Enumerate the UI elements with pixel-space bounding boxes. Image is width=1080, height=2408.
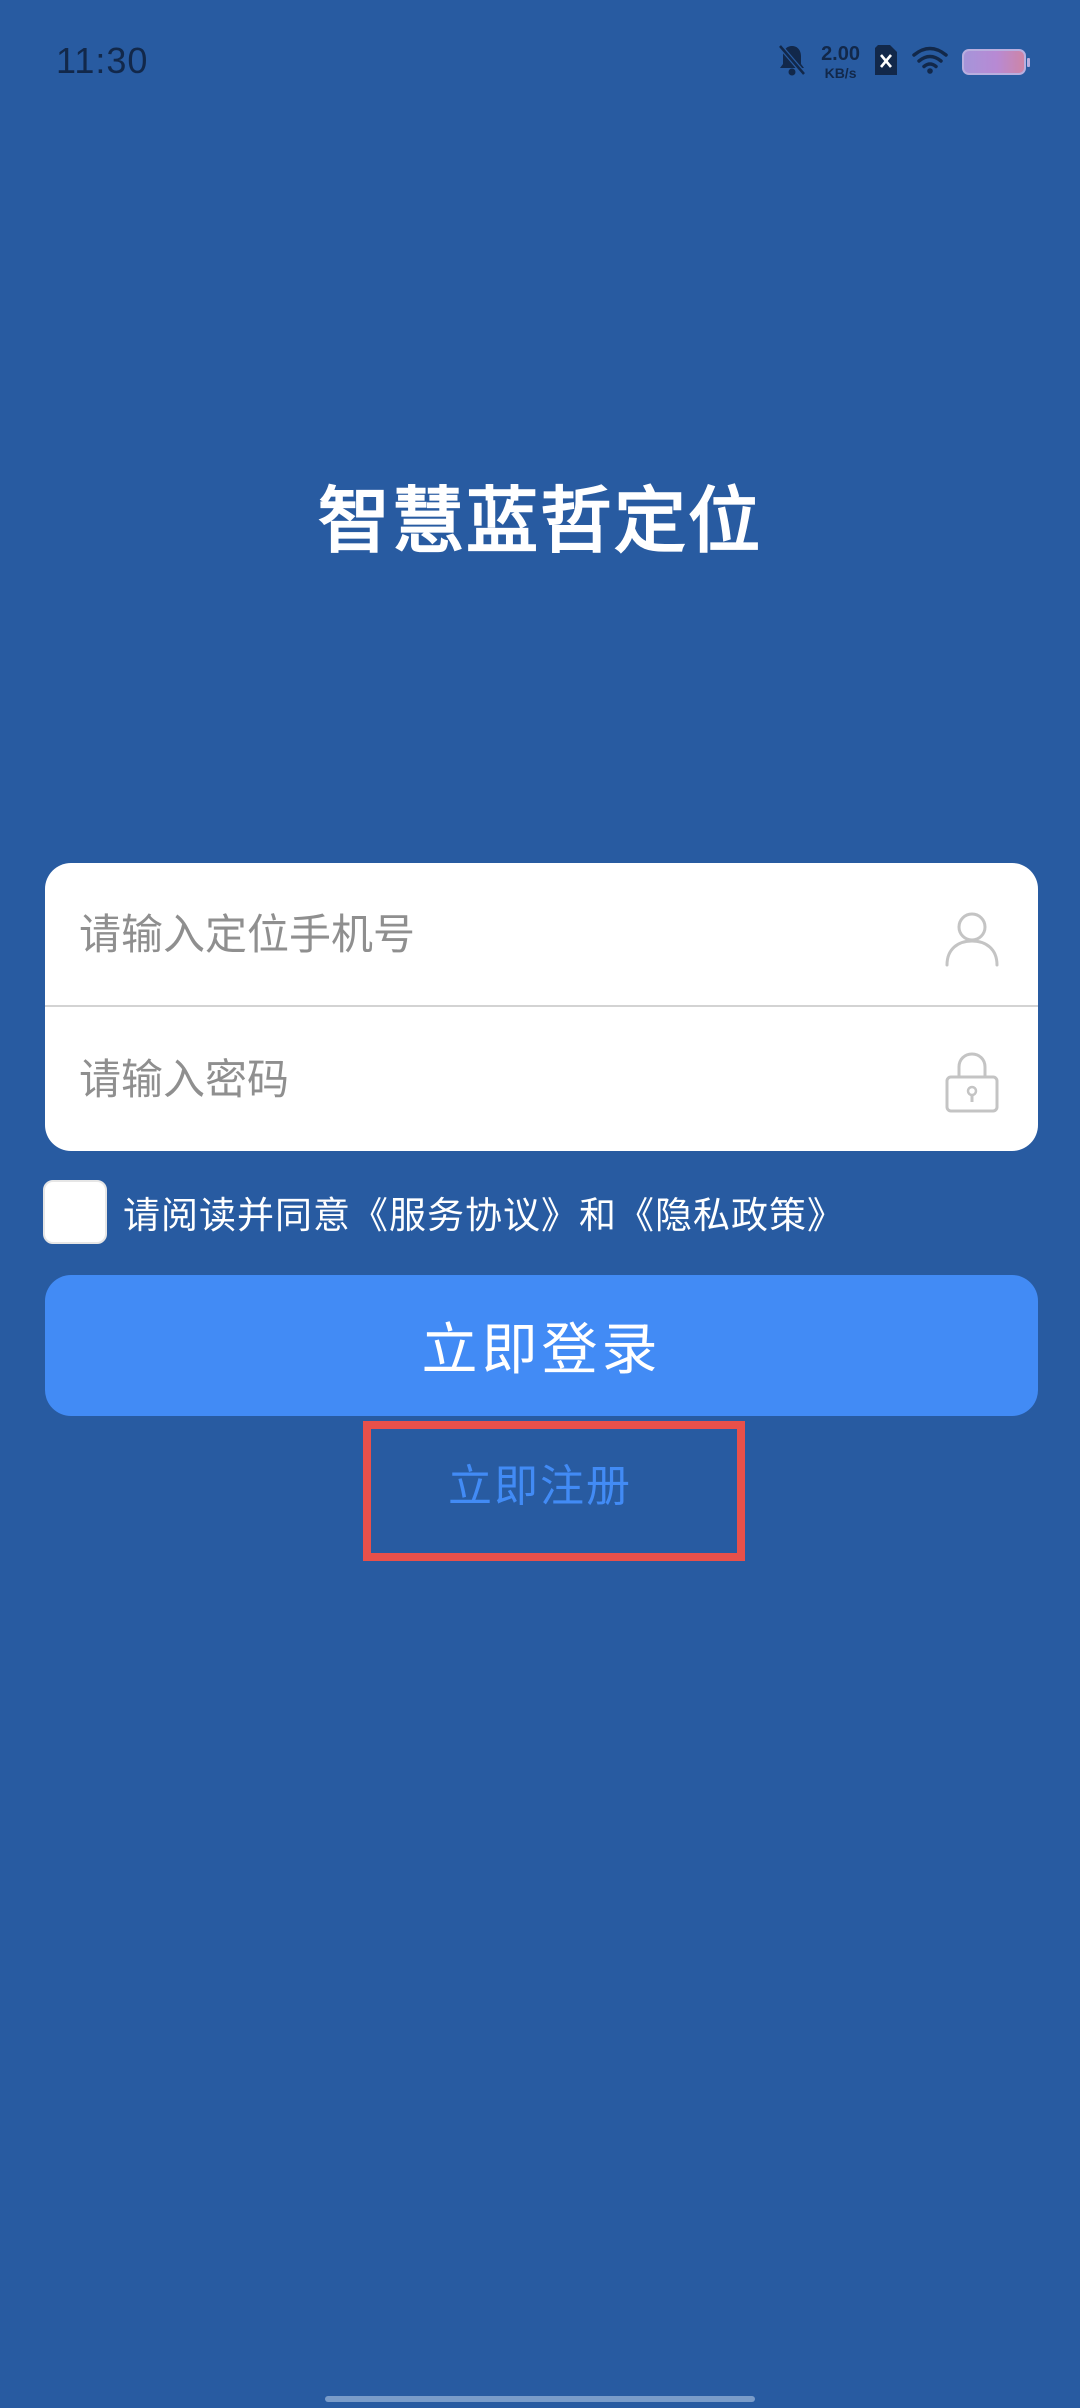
phone-field	[45, 863, 1038, 1007]
register-highlight-box	[363, 1421, 745, 1561]
password-field	[45, 1007, 1038, 1151]
login-button[interactable]: 立即登录	[45, 1275, 1038, 1416]
login-card	[45, 863, 1038, 1151]
net-speed: 2.00 KB/s	[821, 43, 860, 81]
status-icons: 2.00 KB/s	[777, 42, 1030, 82]
home-indicator[interactable]	[325, 2396, 755, 2402]
agreement-row: 请阅读并同意《服务协议》和《隐私政策》	[43, 1179, 845, 1245]
app-title: 智慧蓝哲定位	[317, 479, 762, 563]
sim-blocked-icon	[874, 44, 898, 80]
wifi-icon	[912, 46, 948, 78]
lock-icon	[942, 1051, 1002, 1113]
agreement-checkbox[interactable]	[43, 1180, 107, 1244]
status-time: 11:30	[56, 40, 149, 81]
battery-icon	[962, 49, 1030, 75]
user-icon	[942, 907, 1002, 967]
password-input[interactable]	[77, 1053, 941, 1105]
phone-input[interactable]	[77, 908, 941, 960]
status-bar: 11:30 2.00 KB/s	[0, 0, 1080, 120]
mute-bell-icon	[777, 43, 807, 81]
agreement-text[interactable]: 请阅读并同意《服务协议》和《隐私政策》	[123, 1185, 845, 1239]
